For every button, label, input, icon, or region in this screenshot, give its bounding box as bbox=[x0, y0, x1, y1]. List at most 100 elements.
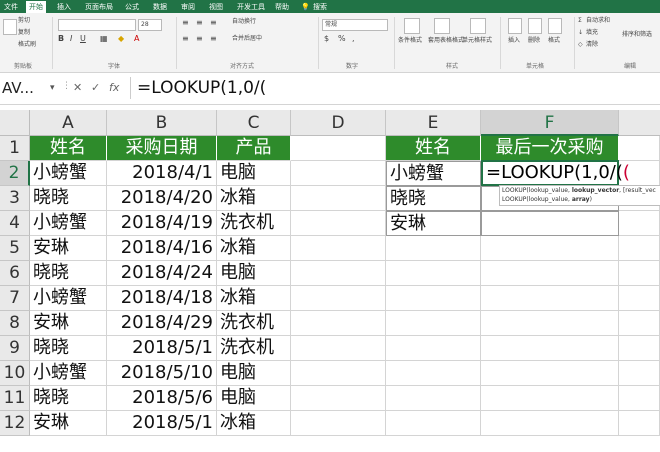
cell-d4[interactable] bbox=[291, 211, 386, 236]
cell-d10[interactable] bbox=[291, 361, 386, 386]
comma-icon[interactable]: , bbox=[352, 35, 355, 43]
insert-cells-icon[interactable] bbox=[508, 18, 522, 34]
row-header-8[interactable]: 8 bbox=[0, 311, 30, 336]
cell-c11[interactable]: 电脑 bbox=[217, 386, 291, 411]
column-header-d[interactable]: D bbox=[291, 110, 386, 136]
cell-c10[interactable]: 电脑 bbox=[217, 361, 291, 386]
cell-a12[interactable]: 安琳 bbox=[30, 411, 107, 436]
row-header-6[interactable]: 6 bbox=[0, 261, 30, 286]
cell-a9[interactable]: 晓晓 bbox=[30, 336, 107, 361]
cell-c2[interactable]: 电脑 bbox=[217, 161, 291, 186]
eraser-icon[interactable]: ◇ bbox=[578, 41, 583, 49]
font-name-select[interactable] bbox=[58, 19, 136, 31]
cell-a5[interactable]: 安琳 bbox=[30, 236, 107, 261]
cell-e11[interactable] bbox=[386, 386, 481, 411]
row-header-4[interactable]: 4 bbox=[0, 211, 30, 236]
cell-e1[interactable]: 姓名 bbox=[386, 136, 481, 161]
cell-e4[interactable]: 安琳 bbox=[386, 211, 481, 236]
tab-developer[interactable]: 开发工具 bbox=[234, 1, 268, 13]
merge-center-button[interactable]: 合并后居中 bbox=[232, 35, 262, 43]
cell-g5[interactable] bbox=[619, 236, 660, 261]
formula-input[interactable]: =LOOKUP(1,0/( bbox=[137, 77, 266, 99]
border-icon[interactable]: ▦ bbox=[100, 35, 108, 43]
align-top-icon[interactable]: ≡ bbox=[182, 19, 189, 27]
number-format-select[interactable]: 常规 bbox=[322, 19, 388, 31]
column-header-b[interactable]: B bbox=[107, 110, 217, 136]
cell-b10[interactable]: 2018/5/10 bbox=[107, 361, 217, 386]
cell-a8[interactable]: 安琳 bbox=[30, 311, 107, 336]
row-header-10[interactable]: 10 bbox=[0, 361, 30, 386]
delete-cells-icon[interactable] bbox=[528, 18, 542, 34]
tab-data[interactable]: 数据 bbox=[150, 1, 170, 13]
cell-b9[interactable]: 2018/5/1 bbox=[107, 336, 217, 361]
cell-f12[interactable] bbox=[481, 411, 619, 436]
cell-e3[interactable]: 晓晓 bbox=[386, 186, 481, 211]
delete-cells-button[interactable]: 删除 bbox=[528, 37, 540, 45]
cell-d11[interactable] bbox=[291, 386, 386, 411]
align-bottom-icon[interactable]: ≡ bbox=[210, 19, 217, 27]
cell-e8[interactable] bbox=[386, 311, 481, 336]
row-header-1[interactable]: 1 bbox=[0, 136, 30, 161]
cell-a1[interactable]: 姓名 bbox=[30, 136, 107, 161]
cell-b5[interactable]: 2018/4/16 bbox=[107, 236, 217, 261]
wrap-text-button[interactable]: 自动换行 bbox=[232, 18, 256, 26]
splitter-handle[interactable]: ⋮ bbox=[62, 81, 71, 91]
fill-icon[interactable]: ↓ bbox=[578, 29, 583, 37]
cell-d2[interactable] bbox=[291, 161, 386, 186]
tab-file[interactable]: 文件 bbox=[1, 1, 21, 13]
cell-g9[interactable] bbox=[619, 336, 660, 361]
cell-g7[interactable] bbox=[619, 286, 660, 311]
name-box[interactable]: AV... bbox=[0, 77, 50, 99]
clear-button[interactable]: 清除 bbox=[586, 41, 598, 49]
tab-page-layout[interactable]: 页面布局 bbox=[82, 1, 116, 13]
format-cells-button[interactable]: 格式 bbox=[548, 37, 560, 45]
cell-e6[interactable] bbox=[386, 261, 481, 286]
cell-d1[interactable] bbox=[291, 136, 386, 161]
row-header-12[interactable]: 12 bbox=[0, 411, 30, 436]
cell-a4[interactable]: 小螃蟹 bbox=[30, 211, 107, 236]
italic-icon[interactable]: I bbox=[70, 35, 72, 43]
row-header-7[interactable]: 7 bbox=[0, 286, 30, 311]
cell-f5[interactable] bbox=[481, 236, 619, 261]
cell-a7[interactable]: 小螃蟹 bbox=[30, 286, 107, 311]
insert-cells-button[interactable]: 插入 bbox=[508, 37, 520, 45]
cell-d9[interactable] bbox=[291, 336, 386, 361]
cell-a11[interactable]: 晓晓 bbox=[30, 386, 107, 411]
cell-c9[interactable]: 洗衣机 bbox=[217, 336, 291, 361]
cell-f11[interactable] bbox=[481, 386, 619, 411]
cell-e7[interactable] bbox=[386, 286, 481, 311]
row-header-2[interactable]: 2 bbox=[0, 161, 30, 186]
column-header-a[interactable]: A bbox=[30, 110, 107, 136]
cell-styles-button[interactable]: 单元格样式 bbox=[462, 37, 492, 45]
cell-g12[interactable] bbox=[619, 411, 660, 436]
cell-c8[interactable]: 洗衣机 bbox=[217, 311, 291, 336]
cell-f9[interactable] bbox=[481, 336, 619, 361]
cell-c12[interactable]: 冰箱 bbox=[217, 411, 291, 436]
percent-icon[interactable]: % bbox=[338, 35, 346, 43]
cell-b4[interactable]: 2018/4/19 bbox=[107, 211, 217, 236]
select-all-corner[interactable] bbox=[0, 110, 30, 136]
cell-e12[interactable] bbox=[386, 411, 481, 436]
cell-d6[interactable] bbox=[291, 261, 386, 286]
tab-formulas[interactable]: 公式 bbox=[122, 1, 142, 13]
tab-review[interactable]: 审阅 bbox=[178, 1, 198, 13]
cell-a3[interactable]: 晓晓 bbox=[30, 186, 107, 211]
chevron-down-icon[interactable]: ▾ bbox=[50, 83, 55, 93]
cell-f10[interactable] bbox=[481, 361, 619, 386]
cell-c6[interactable]: 电脑 bbox=[217, 261, 291, 286]
row-header-5[interactable]: 5 bbox=[0, 236, 30, 261]
bold-icon[interactable]: B bbox=[58, 35, 64, 43]
enter-icon[interactable]: ✓ bbox=[91, 81, 100, 94]
font-size-select[interactable]: 28 bbox=[138, 19, 162, 31]
cell-a6[interactable]: 晓晓 bbox=[30, 261, 107, 286]
cell-c5[interactable]: 冰箱 bbox=[217, 236, 291, 261]
cell-d5[interactable] bbox=[291, 236, 386, 261]
conditional-format-button[interactable]: 条件格式 bbox=[398, 37, 422, 45]
active-cell-f2[interactable]: =LOOKUP(1,0/(( bbox=[481, 160, 630, 186]
align-left-icon[interactable]: ≡ bbox=[182, 35, 189, 43]
cell-f6[interactable] bbox=[481, 261, 619, 286]
cell-g6[interactable] bbox=[619, 261, 660, 286]
cell-d8[interactable] bbox=[291, 311, 386, 336]
column-header-e[interactable]: E bbox=[386, 110, 481, 136]
fill-button[interactable]: 填充 bbox=[586, 29, 598, 37]
